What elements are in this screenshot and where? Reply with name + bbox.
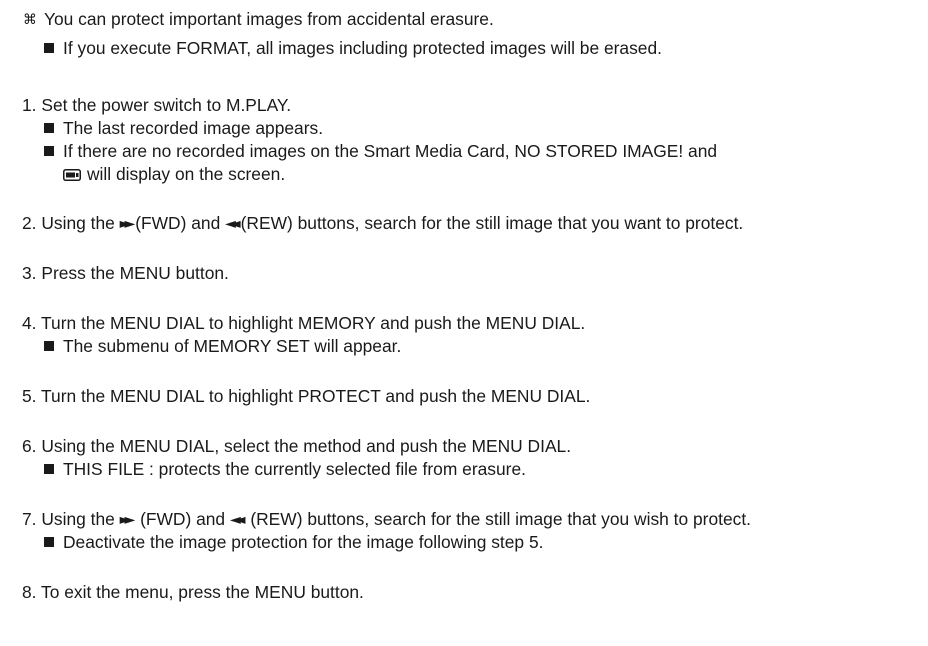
bullet-square-icon [44, 146, 54, 156]
step-text: Set the power switch to M.PLAY. [41, 95, 292, 115]
step-1-note-2-continuation: will display on the screen. [63, 163, 285, 186]
step-4: 4. Turn the MENU DIAL to highlight MEMOR… [22, 312, 585, 335]
step-text-part-1: Using the [41, 213, 115, 233]
step-text-part-3: (REW) buttons, search for the still imag… [250, 509, 751, 529]
note-text: THIS FILE : protects the currently selec… [63, 459, 526, 479]
step-text-part-3: (REW) buttons, search for the still imag… [240, 213, 744, 233]
step-1: 1. Set the power switch to M.PLAY. [22, 94, 291, 117]
manual-page: ⌘ You can protect important images from a… [0, 0, 928, 646]
step-number: 8. [22, 582, 37, 602]
step-text-part-1: Using the [41, 509, 115, 529]
memory-card-icon [63, 169, 81, 181]
step-number: 7. [22, 509, 37, 529]
intro-line: ⌘ You can protect important images from a… [20, 8, 494, 32]
command-key-icon: ⌘ [23, 12, 37, 28]
note-text: The last recorded image appears. [63, 118, 324, 138]
step-2: 2. Using the ►► (FWD) and ◄◄ (REW) buttons… [22, 212, 743, 236]
note-text: The submenu of MEMORY SET will appear. [63, 336, 402, 356]
bullet-square-icon [44, 43, 54, 53]
step-3: 3. Press the MENU button. [22, 262, 229, 285]
step-4-note: The submenu of MEMORY SET will appear. [44, 335, 401, 358]
step-text: Using the MENU DIAL, select the method a… [41, 436, 572, 456]
note-continuation-text: will display on the screen. [87, 164, 286, 184]
rewind-icon: ◄◄ [229, 512, 245, 528]
step-1-note-2: If there are no recorded images on the S… [44, 140, 717, 163]
step-text: To exit the menu, press the MENU button. [41, 582, 364, 602]
step-text-part-2: (FWD) and [140, 509, 226, 529]
step-text: Turn the MENU DIAL to highlight MEMORY a… [41, 313, 586, 333]
rewind-icon: ◄◄ [225, 216, 240, 232]
step-number: 4. [22, 313, 37, 333]
step-number: 2. [22, 213, 37, 233]
bullet-square-icon [44, 123, 54, 133]
step-text: Press the MENU button. [41, 263, 229, 283]
step-7-note: Deactivate the image protection for the … [44, 531, 543, 554]
bullet-square-icon [44, 537, 54, 547]
step-1-note-1: The last recorded image appears. [44, 117, 323, 140]
fast-forward-icon: ►► [119, 512, 135, 528]
step-text-part-2: (FWD) and [135, 213, 221, 233]
step-number: 6. [22, 436, 37, 456]
note-text: If there are no recorded images on the S… [63, 141, 718, 161]
intro-note-text: If you execute FORMAT, all images includ… [63, 38, 662, 58]
step-number: 3. [22, 263, 37, 283]
step-number: 5. [22, 386, 37, 406]
step-number: 1. [22, 95, 37, 115]
bullet-square-icon [44, 464, 54, 474]
note-text: Deactivate the image protection for the … [63, 532, 544, 552]
step-5: 5. Turn the MENU DIAL to highlight PROTE… [22, 385, 590, 408]
intro-note: If you execute FORMAT, all images includ… [44, 37, 662, 60]
step-6: 6. Using the MENU DIAL, select the metho… [22, 435, 571, 458]
fast-forward-icon: ►► [119, 216, 135, 232]
intro-text: You can protect important images from ac… [44, 9, 494, 29]
step-text: Turn the MENU DIAL to highlight PROTECT … [41, 386, 591, 406]
bullet-square-icon [44, 341, 54, 351]
step-8: 8. To exit the menu, press the MENU butt… [22, 581, 364, 604]
step-6-note: THIS FILE : protects the currently selec… [44, 458, 526, 481]
step-7: 7. Using the ►► (FWD) and ◄◄ (REW) butto… [22, 508, 751, 532]
